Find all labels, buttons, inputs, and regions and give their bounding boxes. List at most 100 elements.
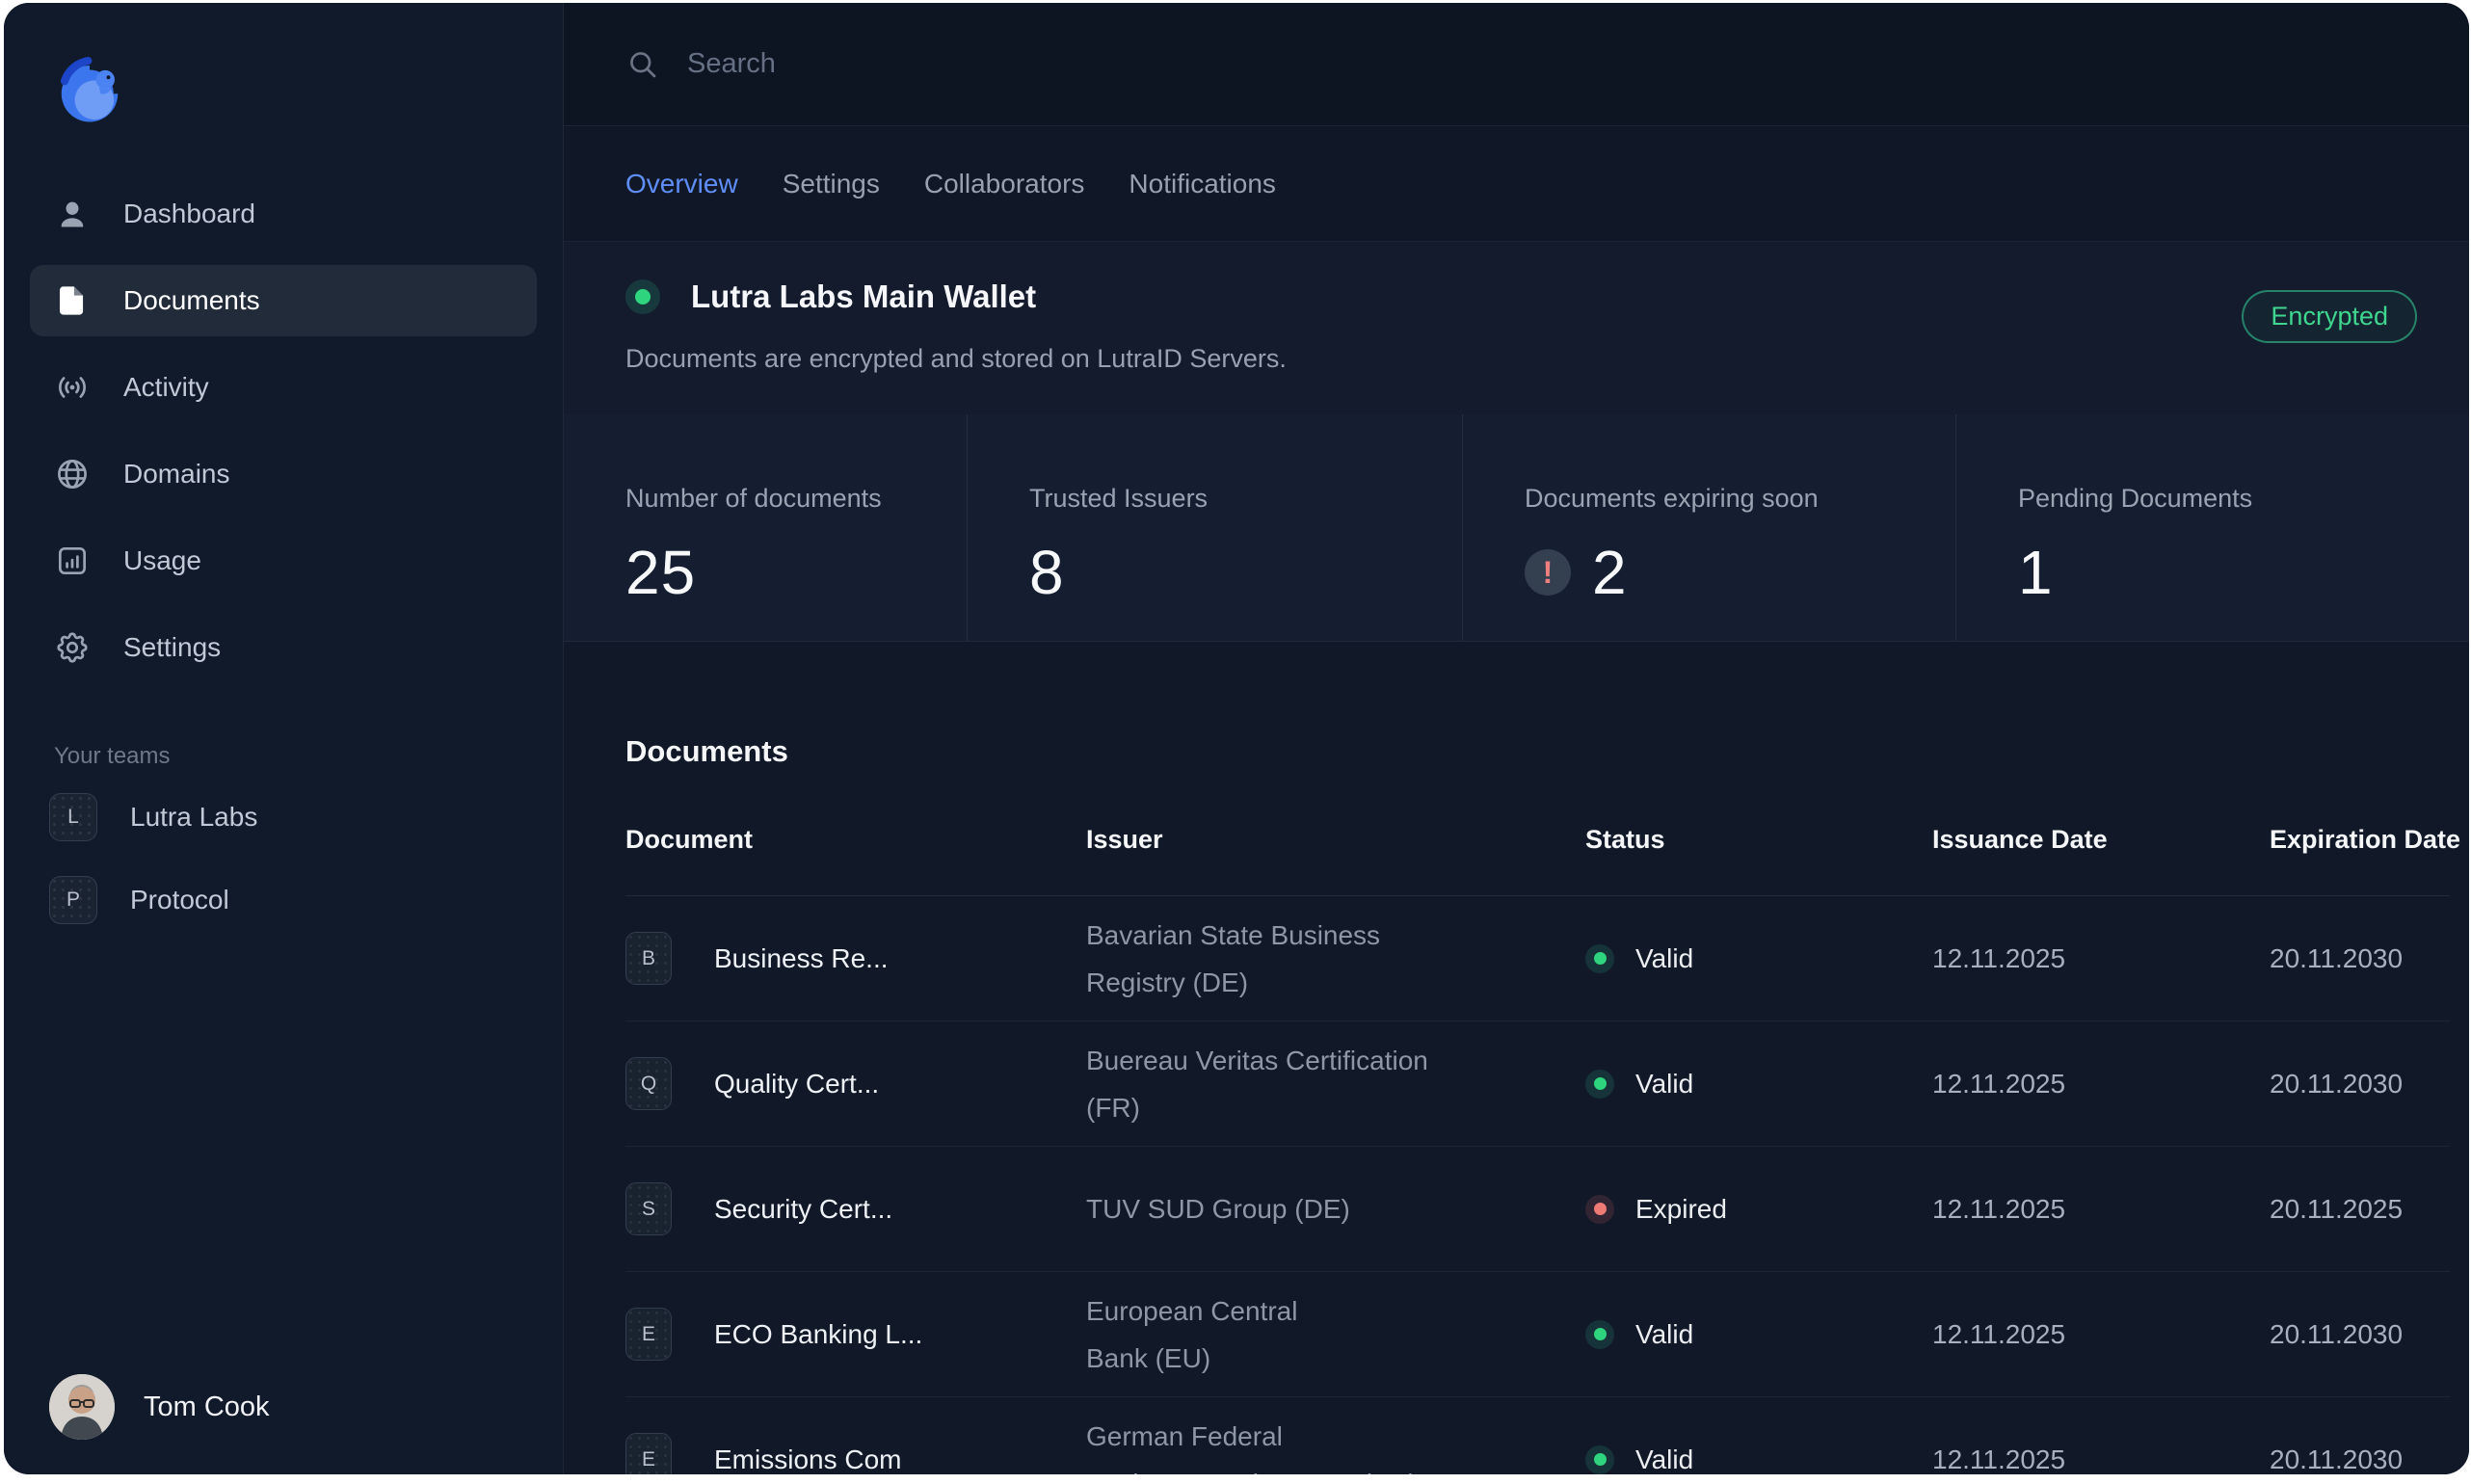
sidebar-item-usage[interactable]: Usage [30,525,537,596]
sidebar-team-protocol[interactable]: P Protocol [30,864,537,936]
sidebar-nav: Dashboard Documents Activity Domains [30,178,537,683]
expiration-date: 20.11.2025 [2270,1194,2450,1225]
stats-row: Number of documents 25 Trusted Issuers 8… [564,414,2469,642]
issuer-cell: TUV SUD Group (DE) [1086,1185,1585,1232]
documents-section: Documents Document Issuer Status Issuanc… [564,642,2469,1474]
sidebar-item-label: Settings [123,632,221,663]
stat-label: Documents expiring soon [1525,484,1936,514]
table-row[interactable]: E ECO Banking L... European Central Bank… [625,1272,2450,1397]
status-cell: Valid [1585,1069,1932,1100]
table-row[interactable]: S Security Cert... TUV SUD Group (DE) Ex… [625,1147,2450,1272]
stat-value: 8 [1029,537,1065,608]
stat-documents-expiring-soon: Documents expiring soon ! 2 [1462,414,1955,641]
lutra-logo [52,53,127,128]
document-name: Quality Cert... [714,1069,879,1100]
wallet-status-dot [625,279,660,314]
exclamation-icon: ! [1525,549,1571,596]
user-icon [54,196,91,232]
tab-notifications[interactable]: Notifications [1129,169,1276,199]
status-dot [1585,1195,1614,1224]
status-cell: Valid [1585,1444,1932,1475]
stat-label: Pending Documents [2018,484,2450,514]
stat-value: 25 [625,537,696,608]
expiration-date: 20.11.2030 [2270,1319,2450,1350]
encrypted-badge: Encrypted [2242,290,2417,343]
main-area: Overview Settings Collaborators Notifica… [564,3,2469,1474]
column-header-expiration-date: Expiration Date [2270,825,2460,855]
stat-number-of-documents: Number of documents 25 [564,414,967,641]
sidebar-item-dashboard[interactable]: Dashboard [30,178,537,250]
document-name: ECO Banking L... [714,1319,922,1350]
column-header-issuer: Issuer [1086,825,1585,855]
issuance-date: 12.11.2025 [1932,1444,2270,1475]
team-initial-badge: P [49,876,97,924]
team-name: Lutra Labs [130,802,257,833]
stat-label: Number of documents [625,484,947,514]
status-dot [1585,1445,1614,1474]
stat-trusted-issuers: Trusted Issuers 8 [967,414,1462,641]
issuance-date: 12.11.2025 [1932,1319,2270,1350]
documents-heading: Documents [625,734,2450,769]
tab-collaborators[interactable]: Collaborators [924,169,1085,199]
document-name: Security Cert... [714,1194,892,1225]
signal-icon [54,369,91,406]
document-initial-badge: Q [625,1057,672,1110]
table-row[interactable]: B Business Re... Bavarian State Business… [625,896,2450,1021]
status-dot [1585,944,1614,973]
sidebar-item-label: Domains [123,459,229,490]
sidebar-item-documents[interactable]: Documents [30,265,537,336]
stat-value: 2 [1592,537,1628,608]
bar-chart-icon [54,543,91,579]
document-name: Business Re... [714,943,889,974]
sidebar-item-label: Activity [123,372,209,403]
column-header-document: Document [625,825,1086,855]
tab-bar: Overview Settings Collaborators Notifica… [564,126,2469,242]
document-initial-badge: B [625,932,672,985]
column-header-issuance-date: Issuance Date [1932,825,2270,855]
document-initial-badge: E [625,1433,672,1474]
globe-icon [54,456,91,492]
table-row[interactable]: E Emissions Com German Federal Environme… [625,1397,2450,1474]
issuance-date: 12.11.2025 [1932,1194,2270,1225]
issuer-cell: Bavarian State Business Registry (DE) [1086,912,1585,1006]
issuance-date: 12.11.2025 [1932,943,2270,974]
table-header: Document Issuer Status Issuance Date Exp… [625,825,2450,896]
column-header-status: Status [1585,825,1932,855]
document-initial-badge: S [625,1182,672,1235]
avatar [49,1374,115,1440]
app-window: Dashboard Documents Activity Domains [4,3,2469,1474]
tab-settings[interactable]: Settings [783,169,880,199]
sidebar-item-label: Usage [123,545,201,576]
issuer-cell: Buereau Veritas Certification (FR) [1086,1037,1585,1131]
document-initial-badge: E [625,1308,672,1361]
sidebar-item-domains[interactable]: Domains [30,438,537,510]
document-icon [54,282,91,319]
sidebar-item-settings[interactable]: Settings [30,612,537,683]
sidebar-item-label: Documents [123,285,260,316]
user-profile[interactable]: Tom Cook [30,1374,537,1474]
team-initial-badge: L [49,793,97,841]
issuance-date: 12.11.2025 [1932,1069,2270,1100]
sidebar-item-activity[interactable]: Activity [30,352,537,423]
status-cell: Valid [1585,943,1932,974]
stat-value: 1 [2018,537,2054,608]
sidebar-item-label: Dashboard [123,199,255,229]
tab-overview[interactable]: Overview [625,169,738,199]
issuer-cell: European Central Bank (EU) [1086,1287,1585,1382]
search-icon [625,47,660,82]
sidebar: Dashboard Documents Activity Domains [4,3,564,1474]
wallet-header: Lutra Labs Main Wallet Documents are enc… [564,242,2469,414]
expiration-date: 20.11.2030 [2270,1444,2450,1475]
search-bar [564,3,2469,126]
team-name: Protocol [130,885,229,915]
gear-icon [54,629,91,666]
wallet-title: Lutra Labs Main Wallet [691,278,1036,315]
search-input[interactable] [687,48,2407,80]
wallet-description: Documents are encrypted and stored on Lu… [625,344,2242,374]
your-teams-label: Your teams [54,743,537,770]
status-cell: Valid [1585,1319,1932,1350]
stat-pending-documents: Pending Documents 1 [1955,414,2469,641]
sidebar-team-lutra-labs[interactable]: L Lutra Labs [30,782,537,853]
status-dot [1585,1320,1614,1349]
table-row[interactable]: Q Quality Cert... Buereau Veritas Certif… [625,1021,2450,1147]
